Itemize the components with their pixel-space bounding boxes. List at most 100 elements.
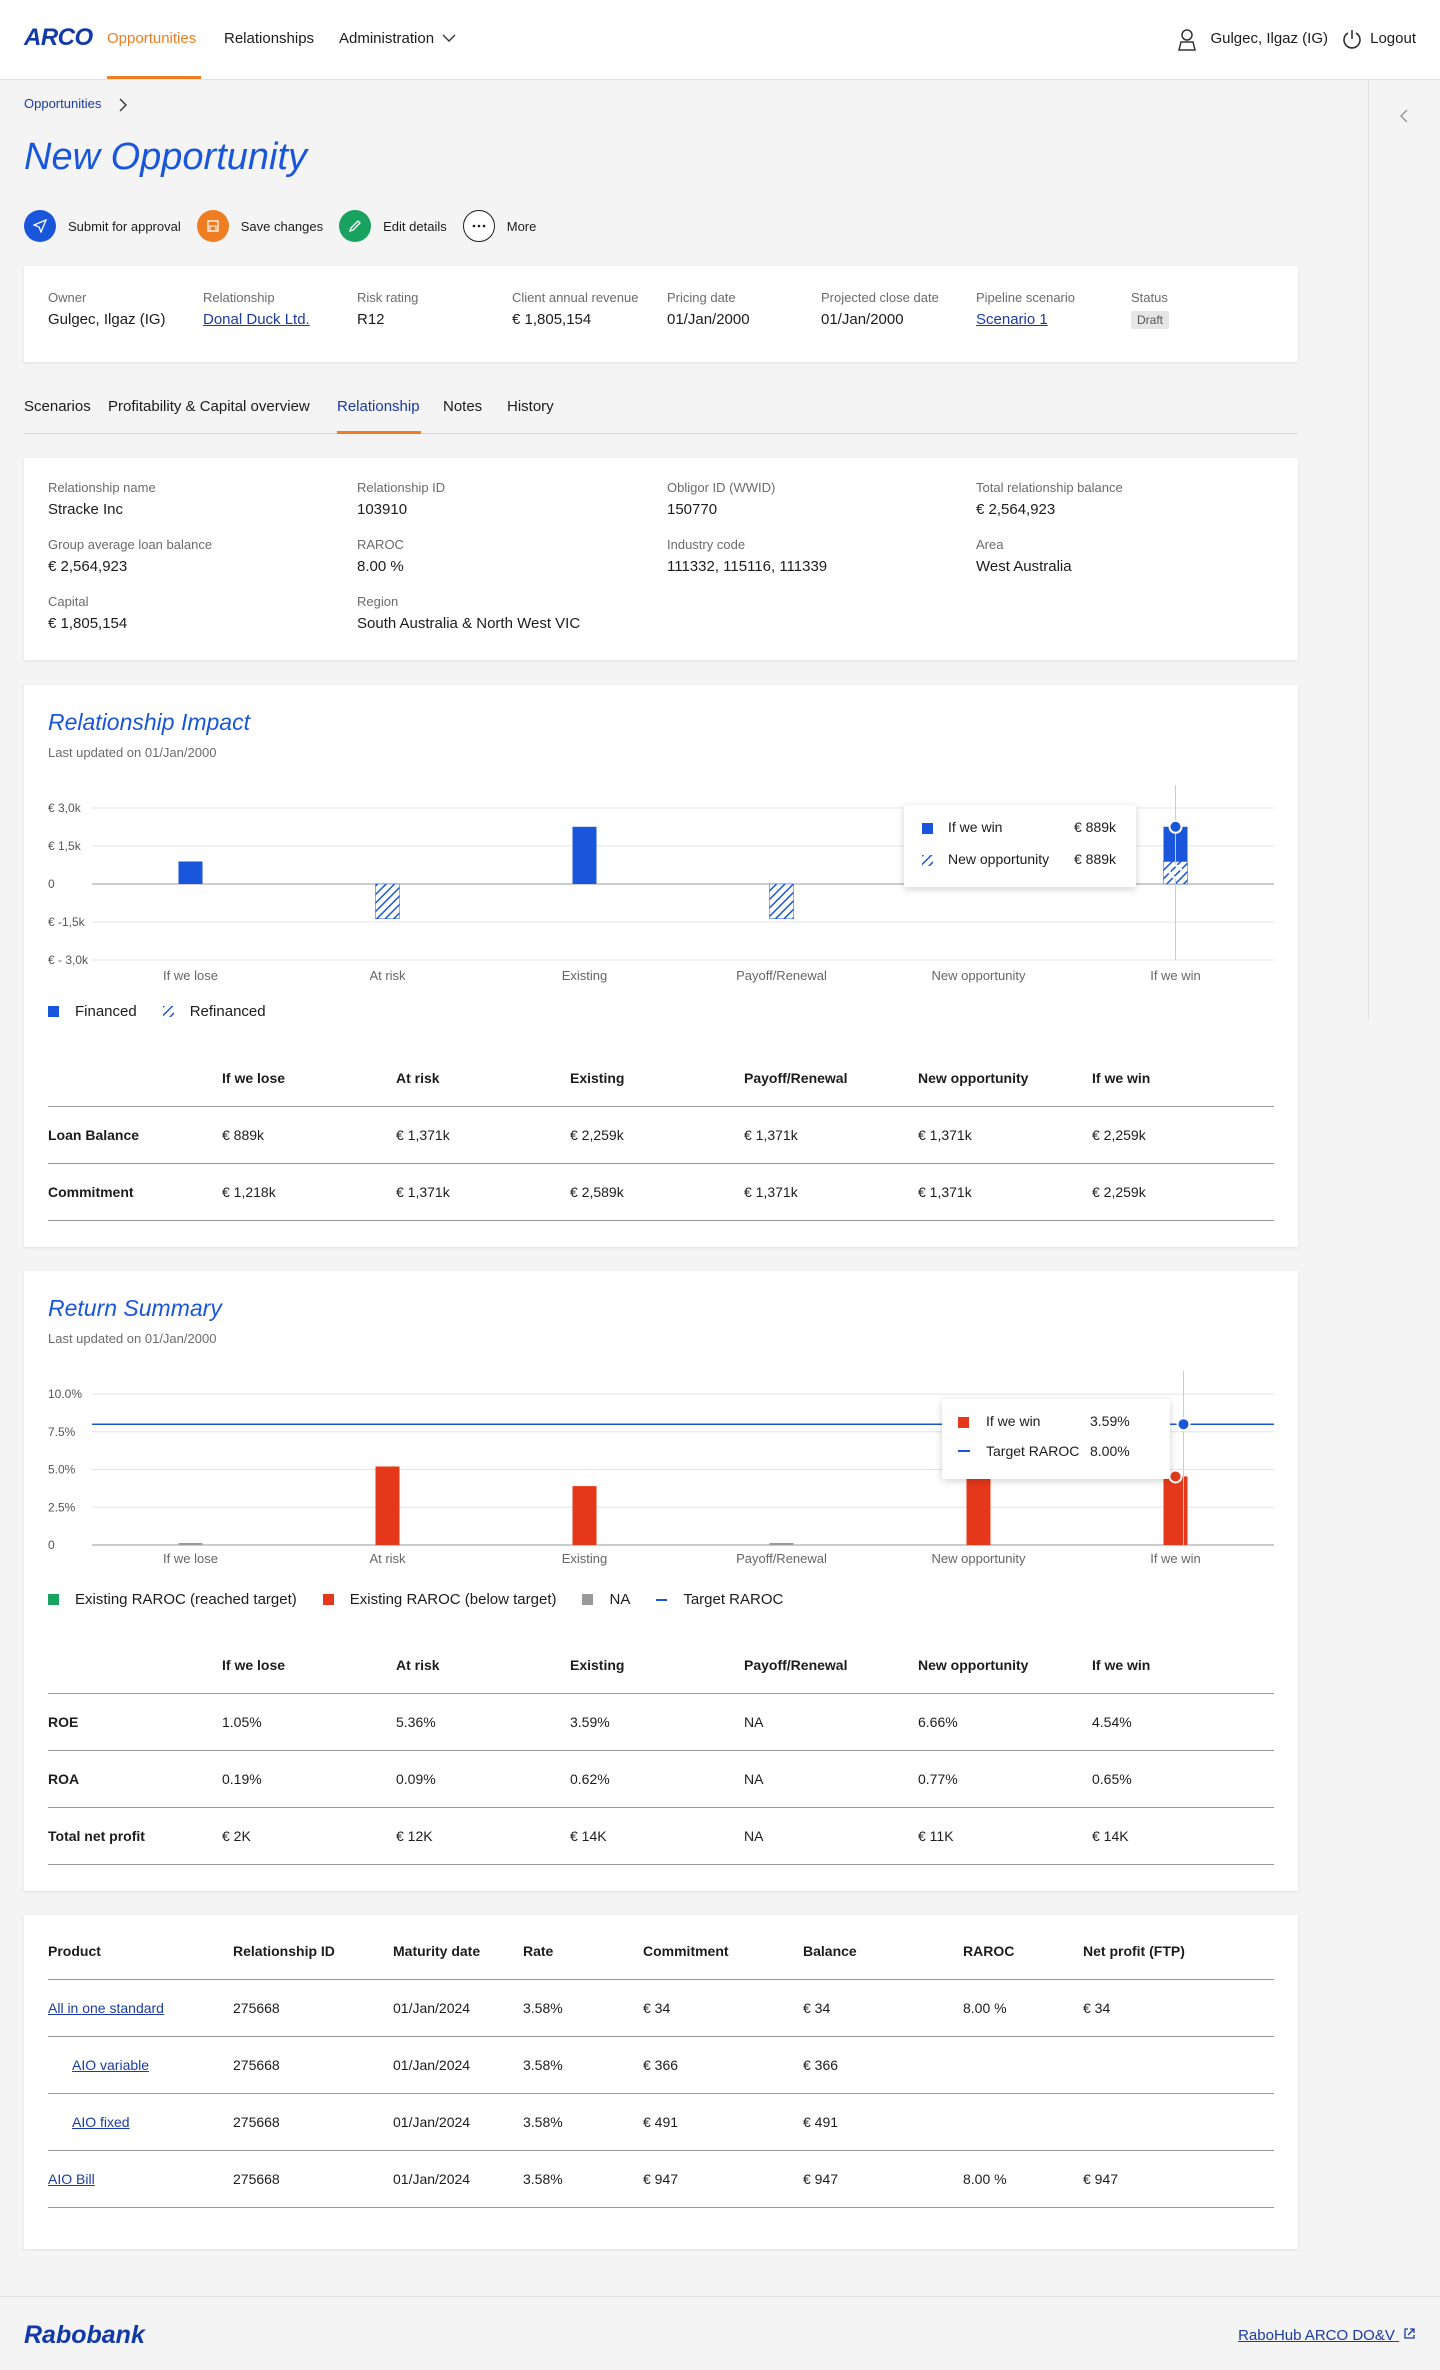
legend-refinanced-swatch xyxy=(162,1006,174,1017)
products-cell: 01/Jan/2024 xyxy=(393,2093,523,2151)
tooltip-win-value: € 889k xyxy=(1074,819,1117,835)
impact-cell: € 1,371k xyxy=(918,1163,1092,1221)
returns-cell: 0.19% xyxy=(222,1750,396,1808)
product-link[interactable]: All in one standard xyxy=(48,2000,164,2016)
edit-details-button[interactable]: Edit details xyxy=(339,210,447,242)
bar-financed xyxy=(572,826,597,884)
returns-header-cell xyxy=(48,1637,222,1694)
rabobank-logo[interactable]: Rabobank xyxy=(24,2321,145,2350)
rel-raroc: RAROC 8.00 % xyxy=(357,537,404,575)
products-cell: 01/Jan/2024 xyxy=(393,1979,523,2037)
returns-header-cell: New opportunity xyxy=(918,1637,1092,1694)
products-cell: € 947 xyxy=(803,2150,963,2208)
pencil-icon xyxy=(339,210,372,242)
returns-header-cell: If we win xyxy=(1092,1637,1274,1694)
target-raroc-swatch xyxy=(958,1450,970,1452)
impact-cell: € 2,589k xyxy=(570,1163,744,1221)
tooltip-win-label: If we win xyxy=(948,819,1003,835)
relationship-link[interactable]: Donal Duck Ltd. xyxy=(203,311,310,328)
impact-header-cell: At risk xyxy=(396,1050,570,1107)
close-date-value: 01/Jan/2000 xyxy=(821,311,904,328)
summary-risk: Risk rating R12 xyxy=(357,290,418,328)
returns-cell: € 14K xyxy=(1092,1807,1274,1865)
y-tick-label: 7.5% xyxy=(48,1425,76,1439)
breadcrumb-opportunities[interactable]: Opportunities xyxy=(24,96,101,111)
tab-scenarios[interactable]: Scenarios xyxy=(24,398,91,415)
rel-region-label: Region xyxy=(357,594,399,609)
returns-cell: 4.54% xyxy=(1092,1693,1274,1751)
impact-row: Commitment € 1,218k € 1,371k € 2,589k € 1,37… xyxy=(48,1163,1274,1221)
impact-cell: Commitment xyxy=(48,1163,222,1221)
nav-administration[interactable]: Administration xyxy=(339,30,456,47)
products-cell: 3.58% xyxy=(523,2150,643,2208)
products-cell: € 491 xyxy=(803,2093,963,2151)
rel-obligor: Obligor ID (WWID) 150770 xyxy=(667,480,775,518)
products-header-cell: Rate xyxy=(523,1923,643,1980)
product-link[interactable]: AIO variable xyxy=(72,2057,149,2073)
save-changes-button[interactable]: Save changes xyxy=(196,210,323,242)
user-name[interactable]: Gulgec, Ilgaz (IG) xyxy=(1210,30,1328,47)
save-icon xyxy=(196,210,229,242)
tooltip-new-label: New opportunity xyxy=(948,851,1050,867)
hover-marker-target xyxy=(1176,1417,1191,1432)
raboHub-link-label: RaboHub ARCO DO&V xyxy=(1238,2327,1395,2344)
tab-notes[interactable]: Notes xyxy=(443,398,482,415)
x-tick-label: Existing xyxy=(562,1551,608,1566)
products-cell: 275668 xyxy=(233,2150,393,2208)
chevron-left-icon[interactable] xyxy=(1398,108,1410,124)
impact-cell: € 1,371k xyxy=(918,1106,1092,1164)
more-button[interactable]: More xyxy=(462,210,536,242)
summary-pipeline: Pipeline scenario Scenario 1 xyxy=(976,290,1075,328)
products-cell: 3.58% xyxy=(523,2093,643,2151)
user-icon xyxy=(1178,29,1196,51)
impact-header-cell: Payoff/Renewal xyxy=(744,1050,918,1107)
logout-link[interactable]: Logout xyxy=(1370,30,1416,47)
side-panel xyxy=(1368,80,1440,1020)
products-cell: 3.58% xyxy=(523,2036,643,2094)
rel-raroc-label: RAROC xyxy=(357,537,404,552)
products-cell xyxy=(1083,2093,1274,2151)
nav-relationships[interactable]: Relationships xyxy=(224,30,314,47)
tab-bar: Scenarios Profitability & Capital overvi… xyxy=(24,398,1298,434)
product-link[interactable]: AIO Bill xyxy=(48,2171,95,2187)
products-header-cell: Commitment xyxy=(643,1923,803,1980)
rel-region: Region South Australia & North West VIC xyxy=(357,594,580,632)
rel-area-value: West Australia xyxy=(976,558,1072,575)
products-cell: € 34 xyxy=(643,1979,803,2037)
legend-target-swatch xyxy=(656,1598,668,1601)
products-cell: € 366 xyxy=(643,2036,803,2094)
product-link[interactable]: AIO fixed xyxy=(72,2114,130,2130)
raboHub-link[interactable]: RaboHub ARCO DO&V xyxy=(1238,2327,1416,2344)
returns-cell: 6.66% xyxy=(918,1693,1092,1751)
rel-capital-value: € 1,805,154 xyxy=(48,615,128,632)
pipeline-label: Pipeline scenario xyxy=(976,290,1076,305)
rel-total-balance: Total relationship balance € 2,564,923 xyxy=(976,480,1123,518)
bar-raroc xyxy=(375,1466,400,1545)
returns-table: If we lose At risk Existing Payoff/Renewal N… xyxy=(48,1637,1274,1865)
page-title: New Opportunity xyxy=(24,136,308,178)
summary-relationship: Relationship Donal Duck Ltd. xyxy=(203,290,310,328)
nav-opportunities[interactable]: Opportunities xyxy=(107,30,196,47)
tab-relationship[interactable]: Relationship xyxy=(337,398,420,415)
tab-history[interactable]: History xyxy=(507,398,554,415)
external-link-icon xyxy=(1404,2328,1415,2339)
products-header-cell: RAROC xyxy=(963,1923,1083,1980)
risk-label: Risk rating xyxy=(357,290,419,305)
tab-profitability[interactable]: Profitability & Capital overview xyxy=(108,398,310,415)
y-tick-label: 0 xyxy=(48,1538,55,1552)
legend-below-swatch xyxy=(322,1594,334,1605)
returns-cell: ROA xyxy=(48,1750,222,1808)
pipeline-link[interactable]: Scenario 1 xyxy=(976,311,1048,328)
pricing-date-value: 01/Jan/2000 xyxy=(667,311,750,328)
arco-logo[interactable]: ARCO xyxy=(24,24,93,52)
returns-cell: 0.77% xyxy=(918,1750,1092,1808)
impact-cell: € 1,371k xyxy=(396,1106,570,1164)
submit-for-approval-button[interactable]: Submit for approval xyxy=(24,210,181,242)
x-tick-label: New opportunity xyxy=(932,1551,1026,1566)
products-header-cell: Relationship ID xyxy=(233,1923,393,1980)
x-tick-label: New opportunity xyxy=(932,968,1026,983)
nav-administration-label: Administration xyxy=(339,30,435,47)
products-header-cell: Net profit (FTP) xyxy=(1083,1923,1274,1980)
returns-row: ROA 0.19% 0.09% 0.62% NA 0.77% 0.65% xyxy=(48,1750,1274,1808)
bar-refinanced xyxy=(769,883,794,919)
